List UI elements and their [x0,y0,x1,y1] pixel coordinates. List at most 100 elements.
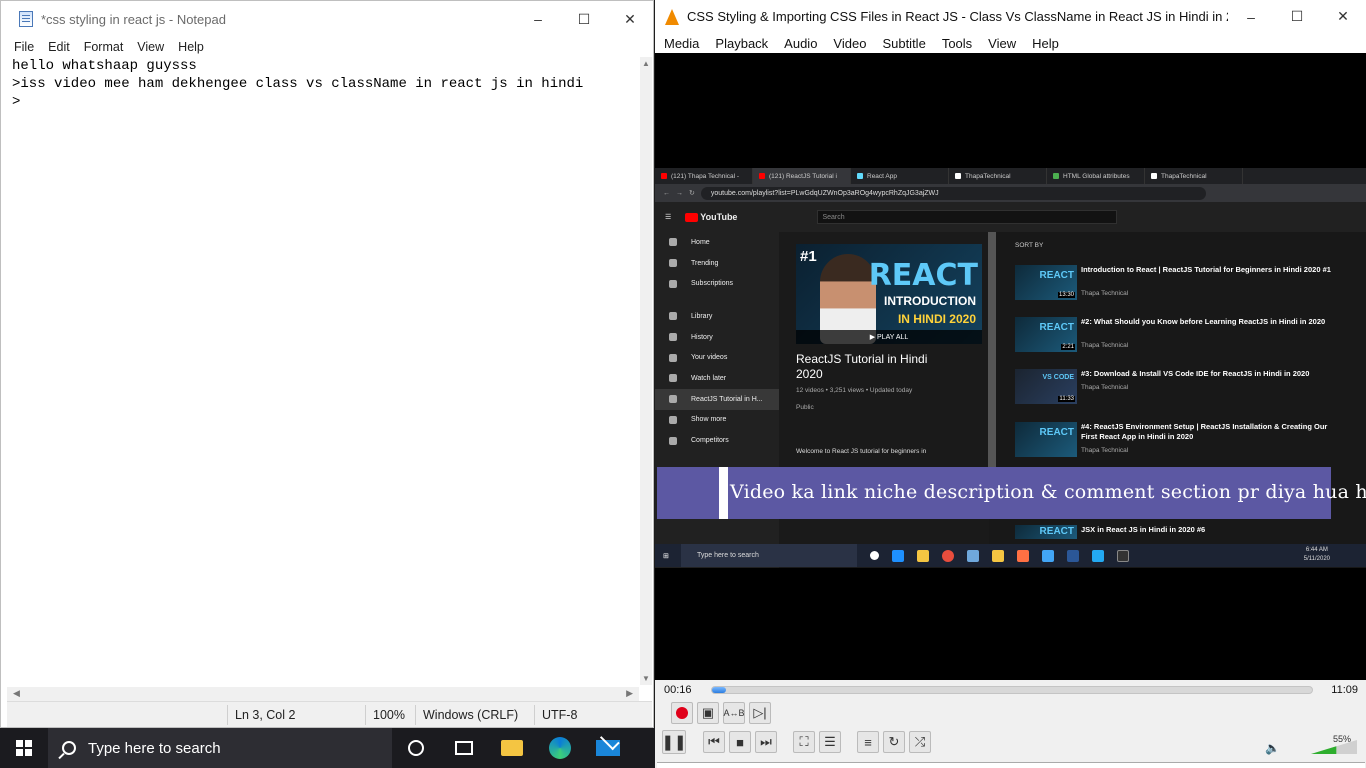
fullscreen-icon: ⛶ [799,734,809,749]
notepad-titlebar[interactable]: *css styling in react js - Notepad – ☐ ✕ [1,1,653,37]
sidebar-item-your-videos: Your videos [655,347,779,368]
snapshot-button[interactable]: ▣ [697,702,719,724]
record-button[interactable] [671,702,693,724]
playlist-icon: ≡ [864,734,872,750]
taskbar-search-placeholder: Type here to search [88,739,221,757]
menu-help[interactable]: Help [1024,36,1067,51]
zoom-level: 100% [373,708,405,722]
browser-tab: (121) ReactJS Tutorial i [753,168,851,184]
close-icon[interactable]: ✕ [1320,0,1366,35]
taskbar-search[interactable]: Type here to search [48,728,392,768]
folder-icon [992,549,1004,562]
video-area[interactable]: (121) Thapa Technical - (121) ReactJS Tu… [655,53,1366,680]
cursor-position: Ln 3, Col 2 [235,708,296,722]
stop-button[interactable]: ■ [729,731,751,753]
seek-bar[interactable] [711,686,1313,694]
elapsed-time: 00:16 [664,684,692,696]
pause-button[interactable]: ❚❚ [661,730,687,754]
horizontal-scrollbar[interactable]: ◀ ▶ [7,687,639,701]
channel-name: Thapa Technical [1081,447,1129,454]
list-item: VS CODE 11:33 #3: Download & Install VS C… [1013,369,1353,409]
menu-tools[interactable]: Tools [934,36,980,51]
banner-text: Video ka link niche description & commen… [730,481,1366,503]
record-icon [676,707,688,719]
video-title: Introduction to React | ReactJS Tutorial… [1081,265,1331,274]
youtube-logo: YouTube [685,212,737,222]
video-title: JSX in React JS in Hindi in 2020 #6 [1081,525,1206,534]
edge-icon [549,737,571,759]
task-view-button[interactable] [440,728,488,768]
vertical-scrollbar[interactable]: ▲ ▼ [640,57,652,685]
scroll-down-icon[interactable]: ▼ [642,674,650,683]
menu-file[interactable]: File [7,40,41,54]
menu-format[interactable]: Format [77,40,131,54]
file-explorer-button[interactable] [488,728,536,768]
menu-media[interactable]: Media [656,36,707,51]
menu-view[interactable]: View [980,36,1024,51]
browser-tabs: (121) Thapa Technical - (121) ReactJS Tu… [655,168,1366,184]
sidebar-item-playlist: ReactJS Tutorial in H... [655,388,779,410]
vscode-icon [1092,549,1104,562]
cortana-icon [870,551,879,560]
notepad-text-area[interactable]: hello whatshaap guysss >iss video mee ha… [8,57,641,685]
inner-search-box: Type here to search [681,544,857,567]
shuffle-icon: ⤮ [914,734,926,749]
loop-ab-button[interactable]: A↔B [723,702,745,724]
windows-icon [16,740,32,756]
playlist-thumbnail: #1 REACT INTRODUCTION IN HINDI 2020 [796,244,982,344]
menu-audio[interactable]: Audio [776,36,825,51]
menu-edit[interactable]: Edit [41,40,77,54]
next-icon: ⏭ [760,734,772,749]
start-button[interactable] [0,728,48,768]
minimize-icon[interactable]: – [1228,0,1274,35]
menu-help[interactable]: Help [171,40,211,54]
channel-name: Thapa Technical [1081,384,1129,391]
playlist-button[interactable]: ≡ [857,731,879,753]
app-icon [1042,549,1054,562]
loop-icon: ↻ [888,734,900,749]
maximize-icon[interactable]: ☐ [561,1,607,37]
vlc-cone-icon [665,8,679,25]
scroll-right-icon[interactable]: ▶ [626,688,633,699]
menu-playback[interactable]: Playback [707,36,776,51]
next-button[interactable]: ⏭ [755,731,777,753]
maximize-icon[interactable]: ☐ [1274,0,1320,35]
sidebar-item-home: Home [655,232,779,253]
previous-button[interactable]: ⏮ [703,731,725,753]
video-title: #4: ReactJS Environment Setup | ReactJS … [1081,422,1328,441]
menu-subtitle[interactable]: Subtitle [874,36,933,51]
loop-button[interactable]: ↻ [883,731,905,753]
mail-button[interactable] [584,728,632,768]
shuffle-button[interactable]: ⤮ [909,731,931,753]
page-icon [1053,173,1059,179]
scroll-left-icon[interactable]: ◀ [13,688,20,699]
channel-name: Thapa Technical [1081,342,1129,349]
menu-video[interactable]: Video [825,36,874,51]
edge-button[interactable] [536,728,584,768]
close-icon[interactable]: ✕ [607,1,653,37]
extended-settings-button[interactable]: ☰ [819,731,841,753]
notepad-window[interactable]: *css styling in react js - Notepad – ☐ ✕… [0,0,654,728]
browser-tab: React App [851,168,949,184]
page-icon [955,173,961,179]
menu-view[interactable]: View [130,40,171,54]
privacy-setting: Public [796,404,814,411]
cortana-button[interactable] [392,728,440,768]
youtube-icon [661,173,667,179]
windows-taskbar: Type here to search [0,728,655,768]
frame-step-button[interactable]: ▷| [749,702,771,724]
search-icon [62,741,76,755]
vlc-statusbar [657,762,1365,768]
speaker-icon[interactable]: 🔈 [1265,741,1280,755]
fullscreen-button[interactable]: ⛶ [793,731,815,753]
scroll-up-icon[interactable]: ▲ [642,59,650,68]
volume-slider[interactable]: 55% [1311,730,1357,754]
play-all-button: ▶ PLAY ALL [796,330,982,344]
chrome-icon [942,549,954,562]
browser-tab: (121) Thapa Technical - [655,168,753,184]
vlc-titlebar[interactable]: CSS Styling & Importing CSS Files in Rea… [655,0,1366,33]
list-item: REACT #4: ReactJS Environment Setup | Re… [1013,422,1353,462]
minimize-icon[interactable]: – [515,1,561,37]
vlc-window[interactable]: CSS Styling & Importing CSS Files in Rea… [655,0,1366,768]
sidebar-item-history: History [655,327,779,348]
